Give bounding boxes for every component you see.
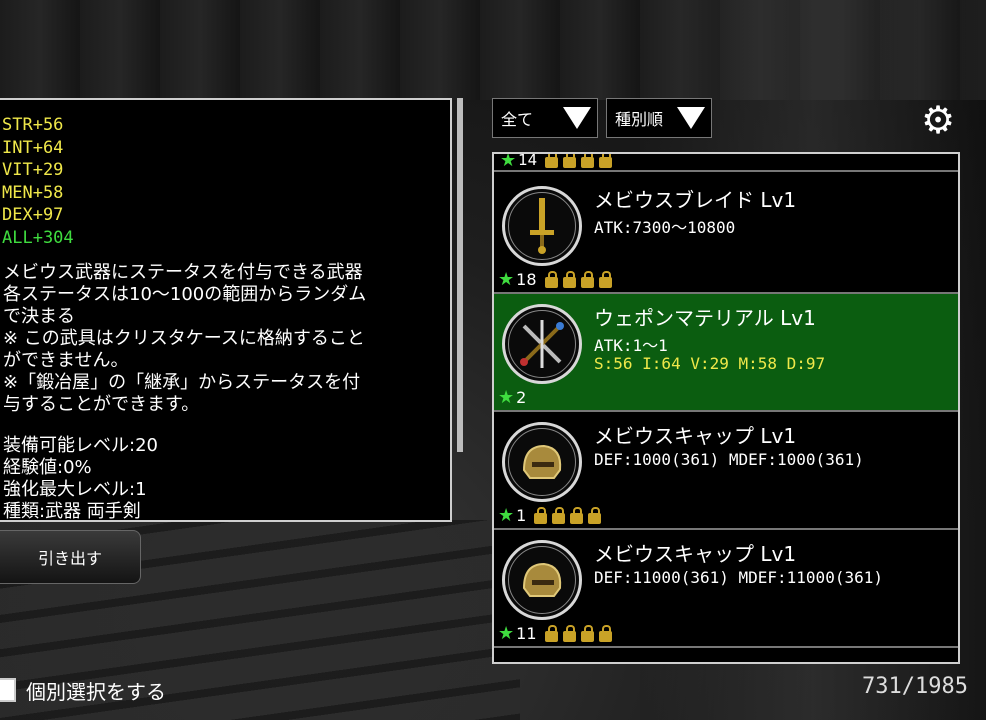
lock-icon (580, 624, 594, 642)
star-icon: ★ (500, 152, 517, 171)
lock-icon (580, 270, 594, 288)
item-stats: ATK:7300～10800 (594, 218, 736, 237)
item-count-row: ★ 1 (498, 505, 606, 526)
item-count-row: ★ 11 (498, 623, 617, 644)
item-stats: DEF:1000(361) MDEF:1000(361) (594, 450, 864, 469)
dropdown-arrow-icon (677, 107, 705, 129)
item-icon-frame (502, 304, 582, 384)
star-icon: ★ (498, 269, 515, 290)
lock-icon (563, 154, 577, 168)
weapons-material-icon (508, 310, 576, 378)
lock-icon (562, 624, 576, 642)
stat-str: STR+56 (2, 115, 64, 135)
item-count: 1 (516, 506, 527, 525)
detail-scrollbar[interactable] (457, 98, 463, 452)
lock-icon (581, 154, 595, 168)
star-icon: ★ (498, 623, 515, 644)
lock-icon (562, 270, 576, 288)
description-line: で決まる (3, 306, 75, 327)
item-icon-frame (502, 186, 582, 266)
list-item-partial[interactable]: ★ 14 (494, 152, 958, 172)
item-name: ウェポンマテリアル Lv1 (594, 306, 816, 330)
star-icon: ★ (498, 505, 515, 526)
lock-icons (544, 624, 617, 642)
stat-dex: DEX+97 (2, 205, 64, 225)
lock-icon (544, 624, 558, 642)
description-line: ※ この武具はクリスタケースに格納すること (3, 328, 365, 349)
lock-icon (598, 624, 612, 642)
category-filter-dropdown[interactable]: 全て (492, 98, 598, 138)
sort-dropdown[interactable]: 種別順 (606, 98, 712, 138)
item-count-row: ★ 18 (498, 269, 617, 290)
description-line: 各ステータスは10～100の範囲からランダム (3, 284, 367, 305)
description-line: ※「鍛冶屋」の「継承」からステータスを付 (3, 372, 361, 393)
item-name: メビウスキャップ Lv1 (594, 424, 797, 448)
lock-icons (544, 270, 617, 288)
helmet-icon (508, 428, 576, 496)
star-icon: ★ (498, 387, 515, 408)
item-count-row: ★ 2 (498, 387, 526, 408)
lock-icon (598, 270, 612, 288)
lock-icon (588, 506, 602, 524)
item-info: 装備可能レベル:20 経験値:0% 強化最大レベル:1 種類:武器 両手剣 (0, 435, 450, 522)
lock-icons (545, 154, 617, 168)
dropdown-arrow-icon (563, 107, 591, 129)
experience: 経験値:0% (3, 457, 92, 478)
extract-button[interactable]: 引き出す (0, 530, 141, 584)
description-line: ができません。 (3, 350, 129, 371)
helmet-icon (508, 546, 576, 614)
sword-icon (508, 192, 576, 260)
item-list[interactable]: ★ 14 メビウスブレイド Lv1 ATK:7300～10800 ★ 18 ウェ… (492, 152, 960, 664)
item-icon-frame (502, 540, 582, 620)
item-description: メビウス武器にステータスを付与できる武器 各ステータスは10～100の範囲からラ… (0, 262, 450, 416)
item-name: メビウスキャップ Lv1 (594, 542, 797, 566)
list-item[interactable]: メビウスキャップ Lv1 DEF:1000(361) MDEF:1000(361… (494, 412, 958, 530)
item-bonus-stats: S:56 I:64 V:29 M:58 D:97 (594, 354, 826, 373)
item-stats: DEF:11000(361) MDEF:11000(361) (594, 568, 883, 587)
item-name: メビウスブレイド Lv1 (594, 188, 797, 212)
item-type: 種類:武器 両手剣 (3, 501, 141, 522)
sort-value: 種別順 (615, 110, 664, 129)
list-item[interactable]: メビウスキャップ Lv1 DEF:11000(361) MDEF:11000(3… (494, 530, 958, 648)
inventory-counter: 731/1985 (862, 674, 968, 699)
lock-icons (534, 506, 606, 524)
lock-icon (552, 506, 566, 524)
lock-icon (599, 154, 613, 168)
lock-icon (534, 506, 548, 524)
individual-select-row[interactable]: 個別選択をする (0, 676, 166, 704)
description-line: メビウス武器にステータスを付与できる武器 (3, 262, 363, 283)
description-line: 与することができます。 (3, 394, 200, 415)
item-count: 18 (516, 270, 537, 289)
stat-int: INT+64 (2, 137, 64, 158)
list-item[interactable]: メビウスブレイド Lv1 ATK:7300～10800 ★ 18 (494, 176, 958, 294)
gear-icon[interactable]: ⚙ (918, 100, 958, 140)
stat-men: MEN+58 (2, 182, 64, 203)
stat-vit: VIT+29 (2, 160, 64, 180)
item-icon-frame (502, 422, 582, 502)
required-level: 装備可能レベル:20 (3, 435, 158, 456)
individual-select-label: 個別選択をする (26, 679, 166, 704)
individual-select-checkbox[interactable] (0, 678, 16, 702)
lock-icon (544, 270, 558, 288)
category-filter-value: 全て (501, 110, 534, 129)
item-count: 14 (518, 152, 538, 169)
item-count: 11 (516, 624, 537, 643)
list-item-selected[interactable]: ウェポンマテリアル Lv1 ATK:1～1 S:56 I:64 V:29 M:5… (494, 294, 958, 412)
lock-icon (545, 154, 559, 168)
item-detail-panel[interactable]: STR+56 INT+64 VIT+29 MEN+58 DEX+97 ALL+3… (0, 98, 452, 522)
item-stats: ATK:1～1 (594, 336, 668, 355)
max-enhance-level: 強化最大レベル:1 (3, 479, 147, 500)
lock-icon (570, 506, 584, 524)
item-count: 2 (516, 388, 527, 407)
stat-list: STR+56 INT+64 VIT+29 MEN+58 DEX+97 ALL+3… (0, 114, 450, 249)
stat-all: ALL+304 (2, 227, 74, 248)
